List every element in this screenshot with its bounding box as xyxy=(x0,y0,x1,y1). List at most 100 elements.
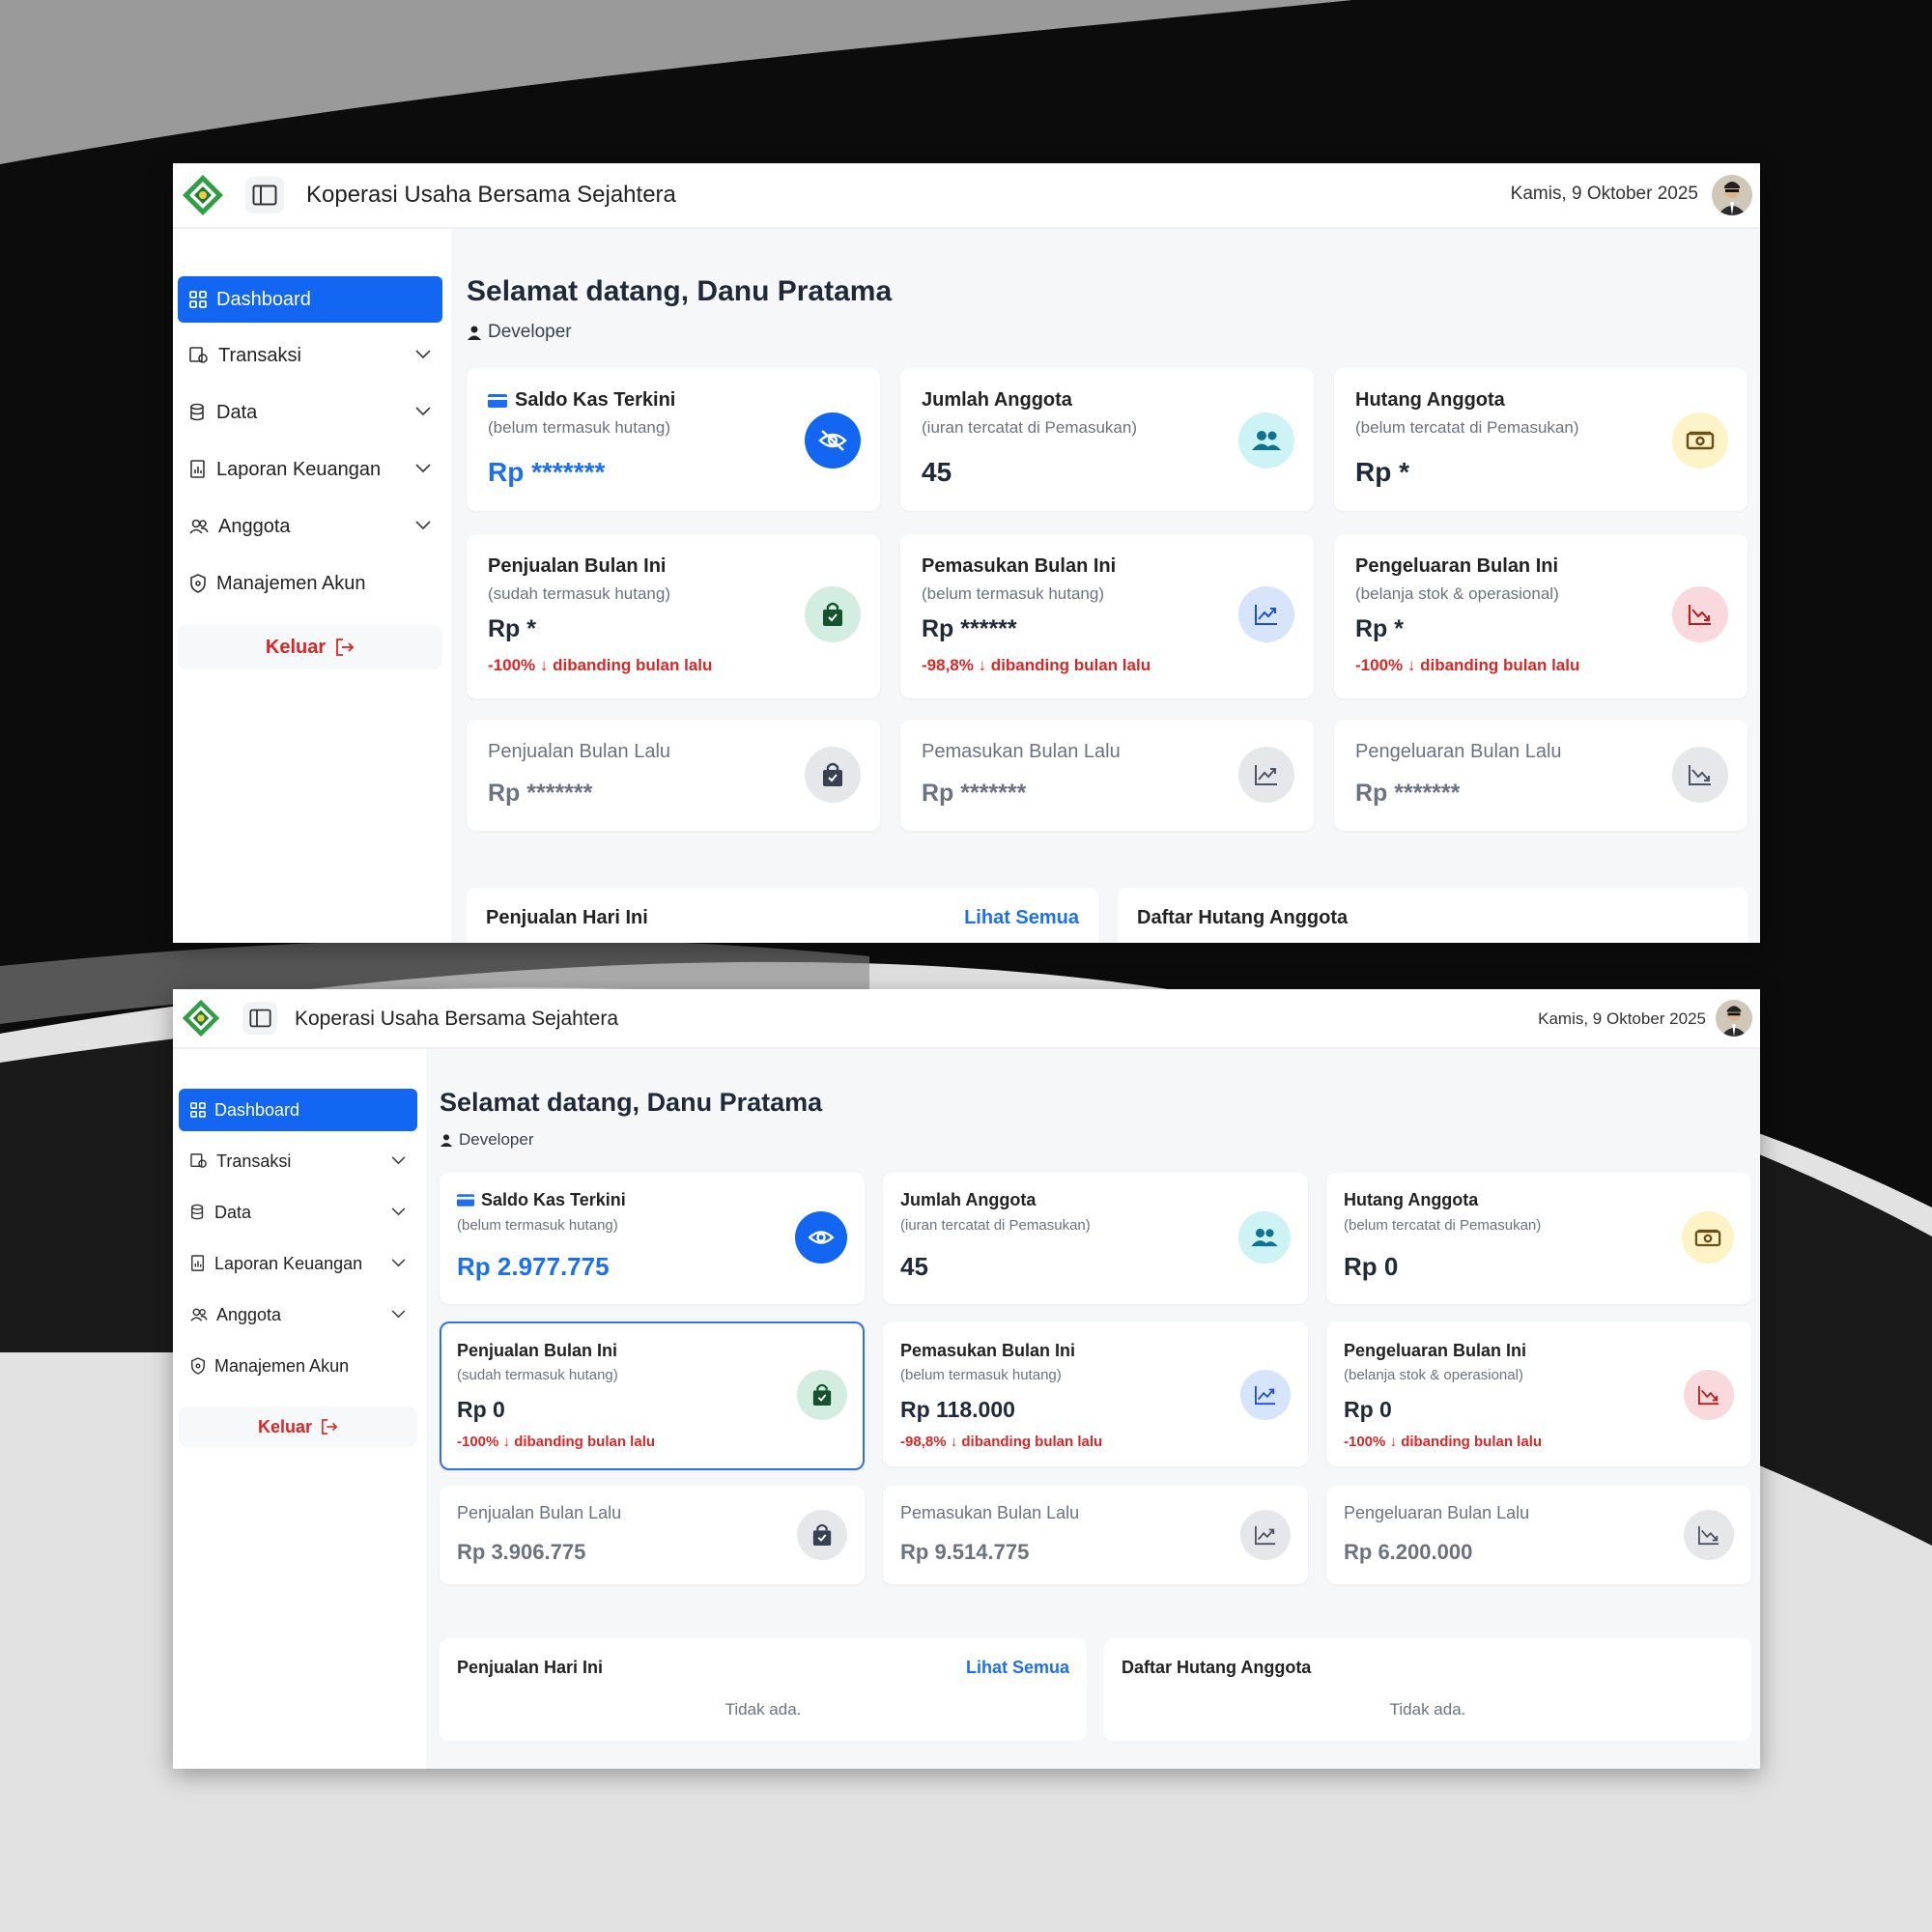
panel-title: Daftar Hutang Anggota xyxy=(1137,907,1349,928)
sidebar-item-laporan-keuangan[interactable]: Laporan Keuangan xyxy=(179,1242,417,1285)
empty-state-text: Tidak ada. xyxy=(1389,1700,1466,1719)
welcome-heading: Selamat datang, Danu Pratama xyxy=(440,1088,823,1117)
card-saldo-kas: Saldo Kas Terkini (belum termasuk hutang… xyxy=(467,368,880,511)
card-title: Saldo Kas Terkini xyxy=(488,389,675,412)
sidebar-item-transaksi[interactable]: Transaksi xyxy=(178,332,442,379)
grid-icon xyxy=(190,1102,206,1118)
sidebar-toggle-button[interactable] xyxy=(245,177,284,213)
sales-icon-badge xyxy=(797,1370,847,1420)
sidebar-item-anggota[interactable]: Anggota xyxy=(179,1293,417,1336)
sidebar-item-manajemen-akun[interactable]: Manajemen Akun xyxy=(178,560,442,607)
lihat-semua-link[interactable]: Lihat Semua xyxy=(964,907,1079,929)
top-bar: Koperasi Usaha Bersama Sejahtera Kamis, … xyxy=(173,989,1760,1049)
panel-title: Penjualan Hari Ini xyxy=(486,907,648,928)
card-title: Jumlah Anggota xyxy=(922,389,1072,411)
sidebar: Dashboard Transaksi Data Laporan Keuanga… xyxy=(173,1049,426,1769)
card-hutang-anggota: Hutang Anggota (belum tercatat di Pemasu… xyxy=(1326,1173,1751,1304)
card-jumlah-anggota: Jumlah Anggota (iuran tercatat di Pemasu… xyxy=(883,1173,1308,1304)
sidebar-item-data[interactable]: Data xyxy=(179,1191,417,1234)
trending-up-icon xyxy=(1255,1385,1276,1406)
card-penjualan-bulan-ini[interactable]: Penjualan Bulan Ini (sudah termasuk huta… xyxy=(440,1321,865,1470)
card-title: Pemasukan Bulan Ini xyxy=(900,1341,1076,1360)
card-subtitle: (belanja stok & operasional) xyxy=(1355,584,1559,603)
sidebar-item-data[interactable]: Data xyxy=(178,389,442,436)
card-title: Penjualan Bulan Ini xyxy=(488,555,667,577)
sidebar-item-label: Anggota xyxy=(216,1304,282,1324)
panel-daftar-hutang: Daftar Hutang Anggota Tidak ada. xyxy=(1104,1638,1751,1741)
cash-icon xyxy=(1694,1229,1721,1246)
sidebar-item-anggota[interactable]: Anggota xyxy=(178,503,442,550)
sidebar-item-dashboard[interactable]: Dashboard xyxy=(179,1089,417,1131)
logout-icon xyxy=(336,639,355,656)
expense-last-icon-badge xyxy=(1684,1510,1734,1560)
sidebar-item-label: Manajemen Akun xyxy=(216,572,366,594)
empty-state-text: Tidak ada. xyxy=(724,1700,802,1719)
avatar[interactable] xyxy=(1716,1000,1752,1037)
app-title: Koperasi Usaha Bersama Sejahtera xyxy=(295,1008,619,1030)
card-pemasukan-bulan-ini: Pemasukan Bulan Ini (belum termasuk huta… xyxy=(900,534,1314,698)
card-subtitle: (belum termasuk hutang) xyxy=(900,1367,1062,1383)
card-saldo-kas: Saldo Kas Terkini (belum termasuk hutang… xyxy=(440,1173,865,1304)
sidebar-item-manajemen-akun[interactable]: Manajemen Akun xyxy=(179,1345,417,1387)
user-role: Developer xyxy=(440,1130,534,1150)
saldo-value: Rp 2.977.775 xyxy=(457,1252,610,1281)
card-pemasukan-bulan-ini: Pemasukan Bulan Ini (belum termasuk huta… xyxy=(883,1321,1308,1466)
logout-icon xyxy=(322,1419,338,1435)
logout-button[interactable]: Keluar xyxy=(178,625,442,669)
hutang-value: Rp * xyxy=(1355,457,1409,487)
card-subtitle: (belum termasuk hutang) xyxy=(922,584,1104,603)
current-date: Kamis, 9 Oktober 2025 xyxy=(1538,1009,1706,1028)
sidebar-item-label: Dashboard xyxy=(214,1099,300,1120)
penjualan-value: Rp * xyxy=(488,615,536,642)
role-label: Developer xyxy=(459,1130,534,1149)
toggle-visibility-button[interactable] xyxy=(795,1211,847,1264)
avatar[interactable] xyxy=(1712,175,1752,215)
lihat-semua-link[interactable]: Lihat Semua xyxy=(966,1658,1069,1678)
card-title: Hutang Anggota xyxy=(1344,1190,1479,1209)
pemasukan-lalu-value: Rp 9.514.775 xyxy=(900,1540,1030,1564)
penjualan-change: -100% ↓ dibanding bulan lalu xyxy=(488,656,713,674)
members-icon-badge xyxy=(1238,1211,1291,1264)
card-hutang-anggota: Hutang Anggota (belum tercatat di Pemasu… xyxy=(1334,368,1747,511)
pengeluaran-value: Rp 0 xyxy=(1344,1397,1392,1422)
pengeluaran-change: -100% ↓ dibanding bulan lalu xyxy=(1355,656,1580,674)
sidebar-item-laporan-keuangan[interactable]: Laporan Keuangan xyxy=(178,446,442,493)
sidebar-item-label: Anggota xyxy=(218,515,291,537)
penjualan-lalu-value: Rp 3.906.775 xyxy=(457,1540,586,1564)
card-subtitle: (sudah termasuk hutang) xyxy=(457,1367,618,1383)
trending-down-icon xyxy=(1689,605,1711,625)
card-title: Penjualan Bulan Lalu xyxy=(488,741,671,762)
toggle-visibility-button[interactable] xyxy=(805,412,861,469)
chevron-down-icon xyxy=(415,350,431,359)
card-subtitle: (belum tercatat di Pemasukan) xyxy=(1344,1217,1542,1234)
hutang-value: Rp 0 xyxy=(1344,1252,1399,1281)
eye-off-icon xyxy=(818,430,847,451)
users-icon xyxy=(1251,1228,1278,1247)
card-title: Penjualan Bulan Lalu xyxy=(457,1503,622,1522)
sidebar-item-dashboard[interactable]: Dashboard xyxy=(178,276,442,323)
card-pemasukan-bulan-lalu: Pemasukan Bulan Lalu Rp ******* xyxy=(900,720,1314,831)
pengeluaran-lalu-value: Rp ******* xyxy=(1355,780,1461,807)
shield-icon xyxy=(190,1357,206,1375)
person-icon xyxy=(468,326,481,340)
card-subtitle: (sudah termasuk hutang) xyxy=(488,584,670,603)
debt-icon-badge xyxy=(1672,412,1728,469)
pengeluaran-change: -100% ↓ dibanding bulan lalu xyxy=(1344,1434,1543,1450)
sales-last-icon-badge xyxy=(805,747,861,803)
income-last-icon-badge xyxy=(1238,747,1294,803)
sidebar-toggle-button[interactable] xyxy=(242,1002,277,1035)
anggota-value: 45 xyxy=(922,457,952,487)
pengeluaran-lalu-value: Rp 6.200.000 xyxy=(1344,1540,1473,1564)
chevron-down-icon xyxy=(391,1156,406,1165)
user-avatar-icon xyxy=(1716,1000,1752,1037)
card-title: Saldo Kas Terkini xyxy=(457,1190,626,1210)
card-penjualan-bulan-lalu: Penjualan Bulan Lalu Rp ******* xyxy=(467,720,880,831)
trending-down-icon xyxy=(1698,1385,1719,1406)
panel-penjualan-hari-ini: Penjualan Hari Ini Lihat Semua xyxy=(467,888,1098,943)
database-icon xyxy=(189,403,207,422)
expense-icon-badge xyxy=(1672,586,1728,642)
card-pengeluaran-bulan-lalu: Pengeluaran Bulan Lalu Rp ******* xyxy=(1334,720,1747,831)
logout-button[interactable]: Keluar xyxy=(179,1406,417,1447)
sidebar-item-transaksi[interactable]: Transaksi xyxy=(179,1140,417,1182)
expense-last-icon-badge xyxy=(1672,747,1728,803)
